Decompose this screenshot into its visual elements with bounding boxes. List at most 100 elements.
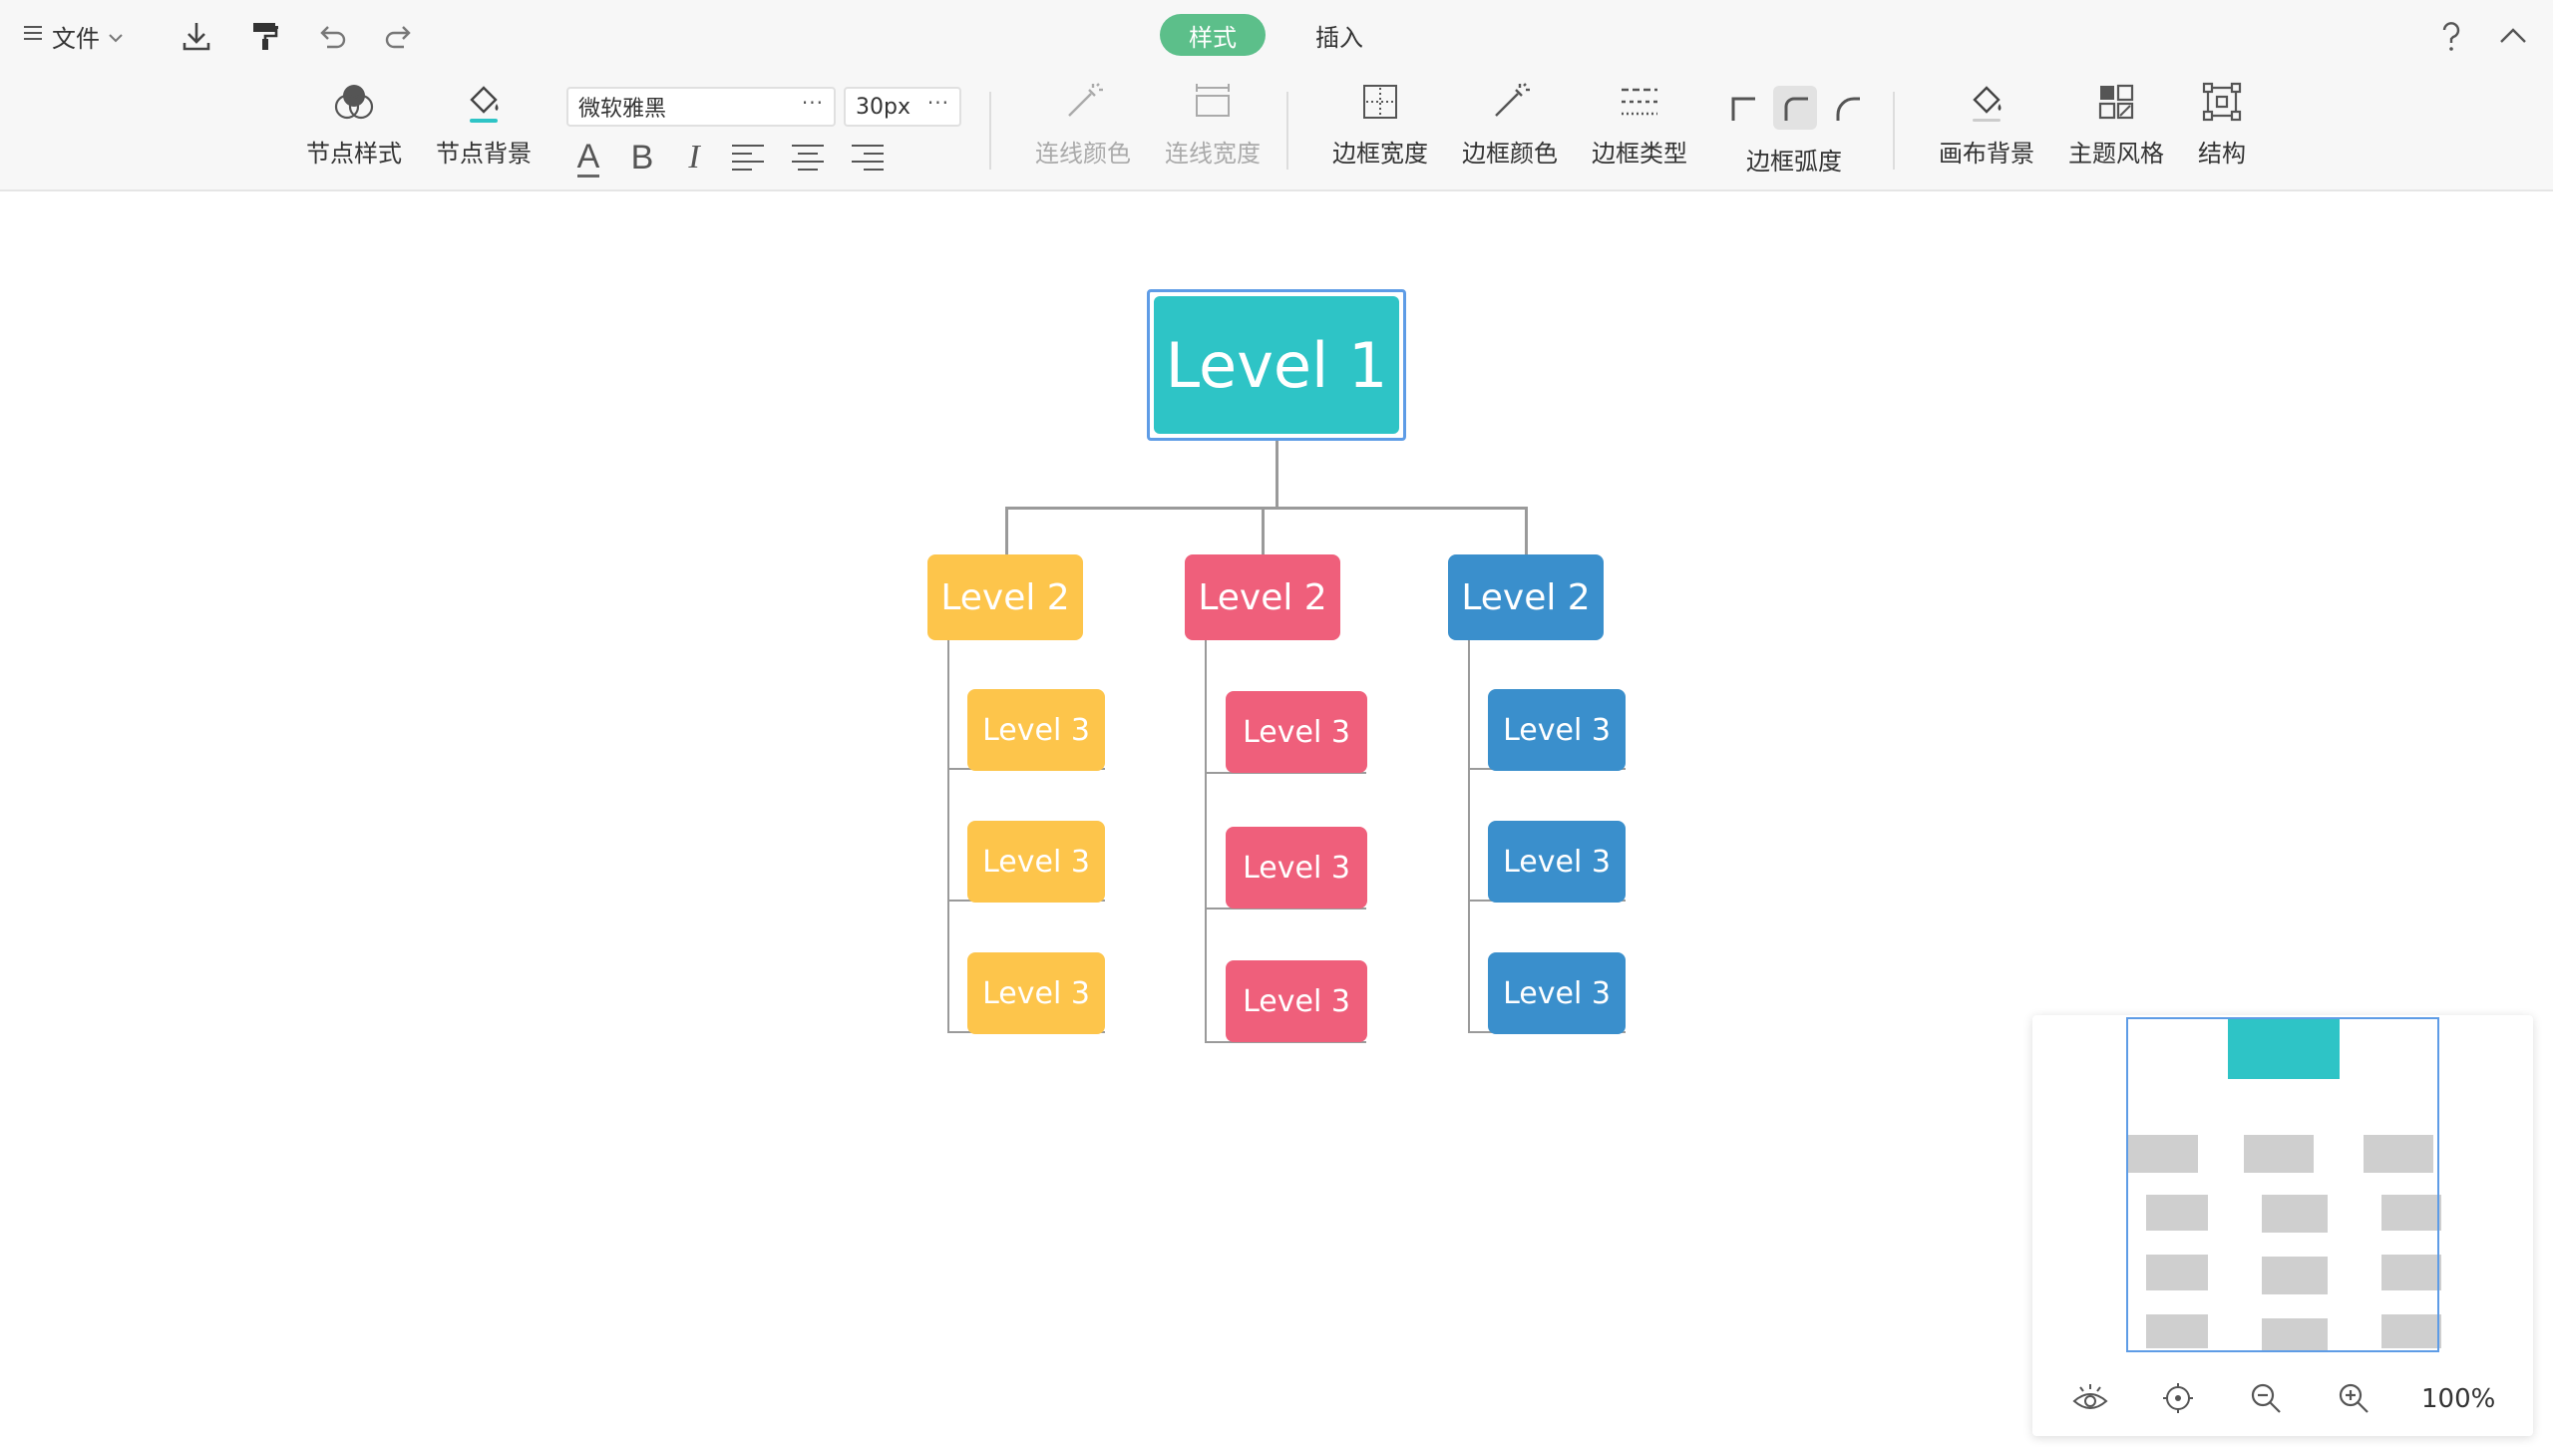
chevron-up-icon	[2500, 28, 2526, 43]
theme-icon	[2092, 78, 2140, 126]
bold-icon: B	[630, 138, 654, 177]
italic-button[interactable]: I	[674, 136, 714, 180]
help-button[interactable]	[2429, 14, 2473, 58]
line-width-tool[interactable]: 连线宽度	[1158, 78, 1268, 178]
structure-label: 结构	[2198, 140, 2246, 168]
menu-icon	[22, 22, 44, 50]
node-style-tool[interactable]: 节点样式	[299, 78, 409, 178]
font-size-select[interactable]: 30px ···	[844, 87, 961, 127]
line-color-icon	[1059, 78, 1107, 126]
leaf-node[interactable]: Level 3	[1488, 952, 1626, 1034]
branch-node-3[interactable]: Level 2	[1448, 554, 1604, 640]
leaf-node[interactable]: Level 3	[967, 689, 1105, 771]
zoom-out-button[interactable]	[2244, 1376, 2288, 1420]
font-color-icon: A	[576, 137, 600, 178]
leaf-node[interactable]: Level 3	[1488, 689, 1626, 771]
leaf-node[interactable]: Level 3	[1226, 827, 1367, 909]
locate-center-button[interactable]	[2156, 1376, 2200, 1420]
line-color-label: 连线颜色	[1035, 140, 1131, 168]
tab-insert[interactable]: 插入	[1296, 14, 1382, 56]
border-type-tool[interactable]: 边框类型	[1585, 78, 1694, 178]
branch-node-1[interactable]: Level 2	[927, 554, 1083, 640]
divider	[1286, 92, 1288, 170]
border-width-icon	[1356, 78, 1404, 126]
line-width-icon	[1189, 78, 1237, 126]
border-radius-round-button[interactable]	[1825, 86, 1869, 130]
theme-style-label: 主题风格	[2068, 140, 2164, 168]
connector	[1005, 507, 1528, 510]
arc-corner-icon	[1836, 97, 1860, 121]
connector	[1005, 507, 1008, 554]
square-corner-icon	[1731, 97, 1755, 121]
divider	[1893, 92, 1895, 170]
file-menu-label: 文件	[52, 24, 100, 53]
root-node[interactable]: Level 1	[1154, 296, 1399, 434]
leaf-node[interactable]: Level 3	[967, 952, 1105, 1034]
border-type-icon	[1616, 78, 1663, 126]
zoom-in-icon	[2339, 1383, 2369, 1413]
file-menu[interactable]: 文件	[22, 18, 124, 54]
border-color-icon	[1486, 78, 1534, 126]
structure-tool[interactable]: 结构	[2167, 78, 2277, 178]
align-center-icon	[792, 145, 824, 171]
line-color-tool[interactable]: 连线颜色	[1028, 78, 1138, 178]
align-left-icon	[732, 145, 764, 171]
canvas-background-tool[interactable]: 画布背景	[1932, 78, 2041, 178]
redo-button[interactable]	[377, 14, 421, 58]
minimap-viewport[interactable]	[2126, 1017, 2439, 1352]
theme-style-tool[interactable]: 主题风格	[2061, 78, 2171, 178]
align-right-button[interactable]	[848, 136, 888, 180]
paint-bucket-icon	[1963, 78, 2010, 126]
align-right-icon	[852, 145, 884, 171]
align-center-button[interactable]	[788, 136, 828, 180]
node-background-label: 节点背景	[436, 140, 532, 168]
preview-button[interactable]	[2068, 1376, 2112, 1420]
help-icon	[2442, 22, 2460, 51]
branch-node-2[interactable]: Level 2	[1185, 554, 1340, 640]
zoom-level: 100%	[2421, 1384, 2496, 1414]
border-radius-medium-button[interactable]	[1773, 86, 1817, 130]
border-color-tool[interactable]: 边框颜色	[1455, 78, 1565, 178]
line-width-label: 连线宽度	[1165, 140, 1261, 168]
leaf-node[interactable]: Level 3	[967, 821, 1105, 903]
bold-button[interactable]: B	[622, 136, 662, 180]
leaf-node[interactable]: Level 3	[1488, 821, 1626, 903]
border-width-tool[interactable]: 边框宽度	[1325, 78, 1435, 178]
undo-button[interactable]	[310, 14, 354, 58]
format-painter-icon	[253, 23, 278, 50]
border-type-label: 边框类型	[1592, 140, 1687, 168]
eye-icon	[2072, 1384, 2108, 1409]
font-family-select[interactable]: 微软雅黑 ···	[566, 87, 836, 127]
connector	[1276, 441, 1278, 509]
minimap-panel: 100%	[2032, 1015, 2533, 1436]
tab-style[interactable]: 样式	[1160, 14, 1266, 56]
more-icon: ···	[801, 91, 824, 115]
collapse-toolbar-button[interactable]	[2491, 14, 2535, 58]
chevron-down-icon	[108, 22, 124, 50]
connector	[1205, 640, 1207, 1043]
divider	[989, 92, 991, 170]
node-style-label: 节点样式	[306, 140, 402, 168]
rounded-corner-icon	[1784, 97, 1808, 121]
more-icon: ···	[926, 91, 949, 115]
connector	[1468, 640, 1470, 1033]
leaf-node[interactable]: Level 3	[1226, 691, 1367, 773]
align-left-button[interactable]	[728, 136, 768, 180]
font-family-value: 微软雅黑	[578, 97, 667, 122]
italic-icon: I	[688, 139, 700, 176]
format-painter-button[interactable]	[243, 14, 287, 58]
canvas-background-label: 画布背景	[1939, 140, 2034, 168]
zoom-in-button[interactable]	[2332, 1376, 2375, 1420]
connector	[1525, 507, 1528, 554]
font-color-button[interactable]: A	[568, 136, 608, 180]
download-icon	[182, 23, 210, 51]
font-size-value: 30px	[856, 94, 911, 120]
border-radius-square-button[interactable]	[1720, 86, 1764, 130]
download-button[interactable]	[175, 14, 218, 58]
zoom-out-icon	[2251, 1383, 2281, 1413]
node-background-tool[interactable]: 节点背景	[429, 78, 539, 178]
paint-bucket-icon	[460, 78, 508, 126]
target-icon	[2163, 1383, 2193, 1413]
leaf-node[interactable]: Level 3	[1226, 960, 1367, 1042]
border-color-label: 边框颜色	[1462, 140, 1558, 168]
